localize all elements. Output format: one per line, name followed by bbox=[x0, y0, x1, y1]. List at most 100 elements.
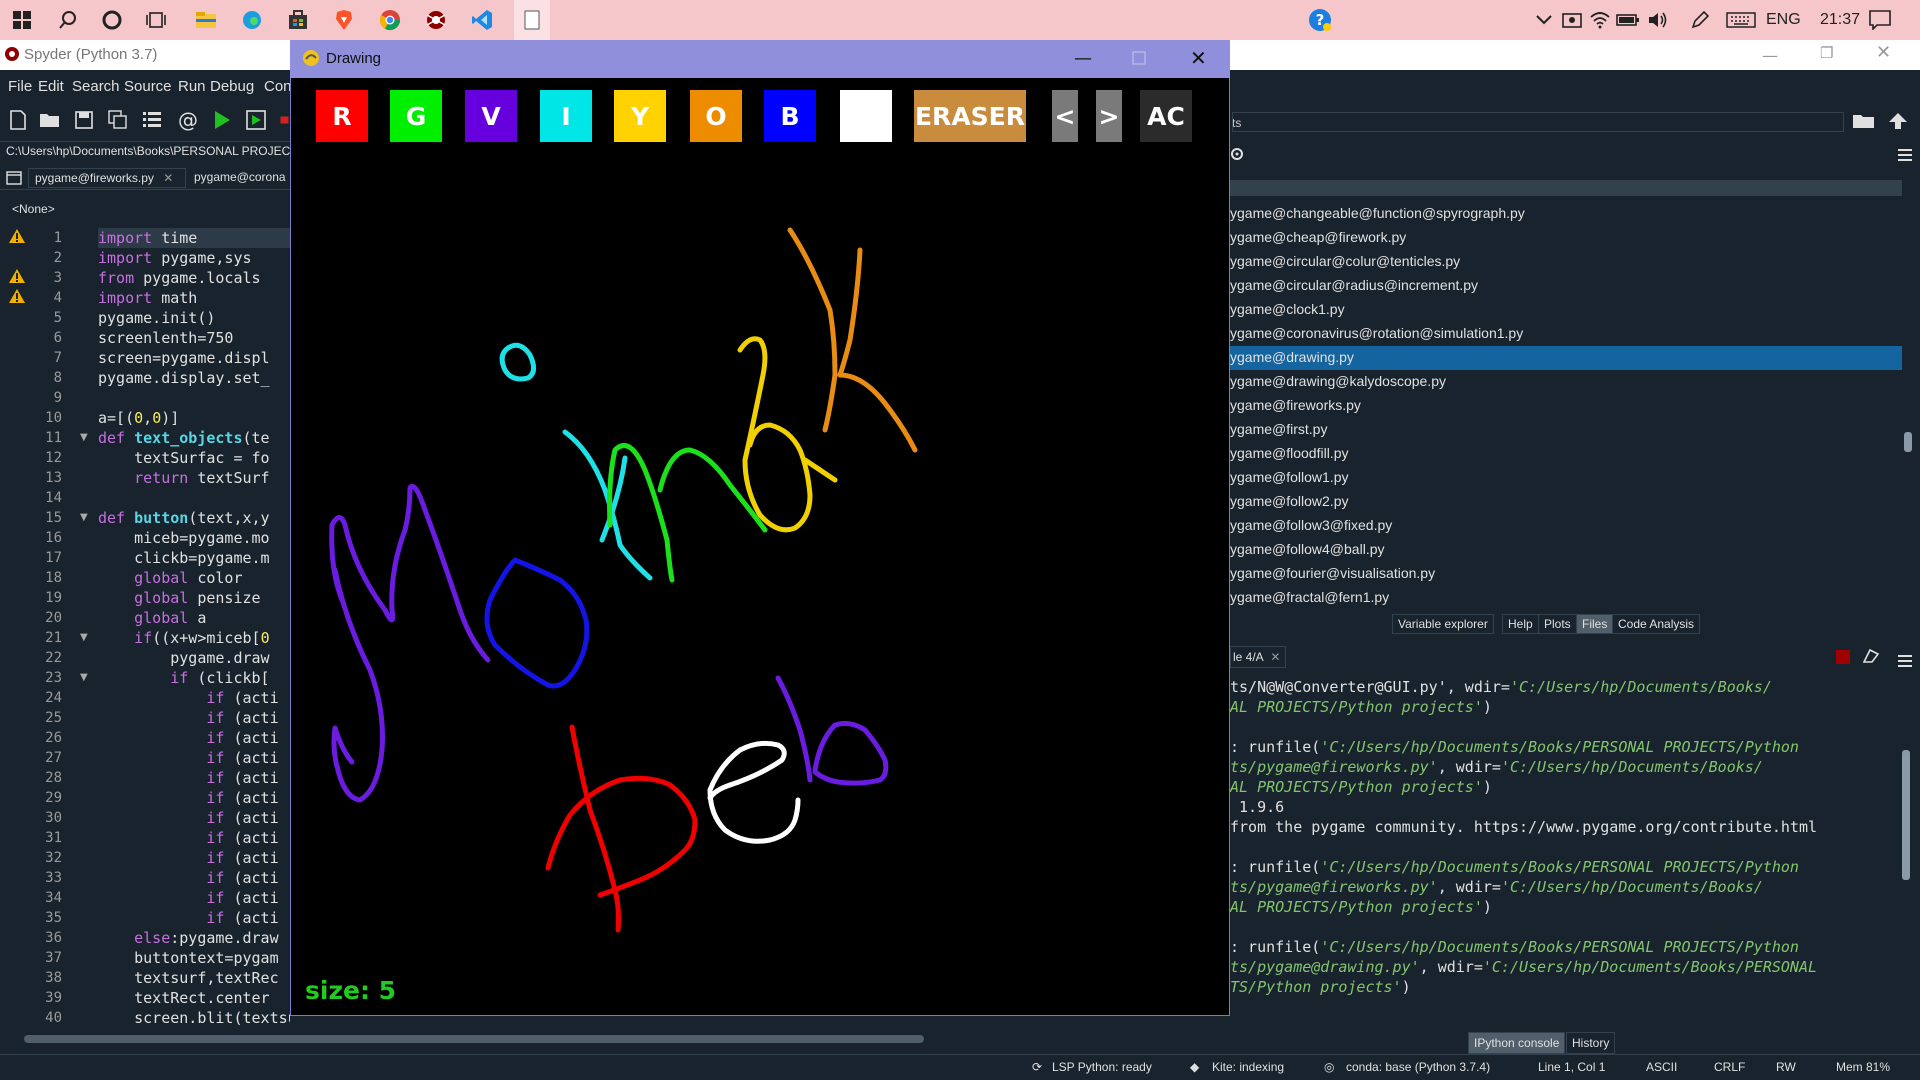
file-list-item[interactable]: ygame@coronavirus@rotation@simulation1.p… bbox=[1230, 322, 1902, 346]
color-button-red[interactable]: R bbox=[316, 90, 368, 142]
close-tab-icon[interactable]: ✕ bbox=[1270, 650, 1280, 664]
tab-files[interactable]: Files bbox=[1576, 614, 1614, 634]
notifications-icon[interactable] bbox=[1866, 6, 1894, 34]
color-button-size-down[interactable]: < bbox=[1052, 90, 1078, 142]
working-directory-path[interactable]: C:\Users\hp\Documents\Books\PERSONAL PRO… bbox=[0, 142, 290, 162]
tab-history[interactable]: History bbox=[1566, 1032, 1616, 1054]
run-cell-icon[interactable] bbox=[244, 108, 268, 132]
fold-arrow-icon[interactable]: ▼ bbox=[80, 432, 88, 443]
task-view-icon[interactable] bbox=[142, 6, 170, 34]
conda-status[interactable]: conda: base (Python 3.7.4) bbox=[1346, 1060, 1490, 1074]
parent-directory-icon[interactable] bbox=[1888, 112, 1908, 134]
keyboard-icon[interactable] bbox=[1724, 6, 1758, 34]
file-list-item[interactable]: ygame@floodfill.py bbox=[1230, 442, 1902, 466]
screen-capture-icon[interactable] bbox=[1558, 6, 1586, 34]
file-list-item[interactable]: ygame@changeable@function@spyrograph.py bbox=[1230, 202, 1902, 226]
tab-ipython-console[interactable]: IPython console bbox=[1468, 1032, 1566, 1054]
menu-search[interactable]: Search bbox=[72, 78, 120, 95]
warning-icon[interactable] bbox=[8, 228, 28, 246]
file-list-item[interactable]: ygame@circular@colur@tenticles.py bbox=[1230, 250, 1902, 274]
tab-plots[interactable]: Plots bbox=[1538, 614, 1577, 634]
spyder-close-icon[interactable]: ✕ bbox=[1876, 42, 1891, 63]
color-button-eraser[interactable]: ERASER bbox=[914, 90, 1026, 142]
spyder-minimize-icon[interactable]: — bbox=[1762, 46, 1778, 65]
fold-arrow-icon[interactable]: ▼ bbox=[80, 672, 88, 683]
tab-help[interactable]: Help bbox=[1502, 614, 1539, 634]
menu-consoles[interactable]: Con bbox=[264, 78, 292, 95]
editor-horizontal-scrollbar[interactable] bbox=[8, 1034, 1148, 1044]
browse-folder-icon[interactable] bbox=[1852, 112, 1876, 134]
pygame-maximize-icon[interactable] bbox=[1132, 50, 1146, 69]
console-scrollbar-thumb[interactable] bbox=[1902, 750, 1910, 880]
chevron-up-icon[interactable] bbox=[1530, 6, 1558, 34]
pane-menu-icon[interactable] bbox=[1898, 146, 1912, 165]
color-button-yellow[interactable]: Y bbox=[614, 90, 666, 142]
outline-icon[interactable] bbox=[140, 108, 164, 132]
spyder-taskbar-icon[interactable] bbox=[422, 6, 450, 34]
at-icon[interactable]: @ bbox=[176, 108, 200, 132]
warning-icon[interactable] bbox=[8, 268, 28, 286]
menu-edit[interactable]: Edit bbox=[38, 78, 64, 95]
scrollbar-thumb[interactable] bbox=[24, 1035, 924, 1043]
store-icon[interactable] bbox=[284, 6, 312, 34]
language-indicator[interactable]: ENG bbox=[1766, 0, 1801, 40]
debug-icon[interactable] bbox=[280, 108, 290, 132]
fold-arrow-icon[interactable]: ▼ bbox=[80, 512, 88, 523]
tab-code-analysis[interactable]: Code Analysis bbox=[1612, 614, 1701, 634]
settings-icon[interactable] bbox=[1230, 146, 1244, 165]
save-icon[interactable] bbox=[72, 108, 96, 132]
file-list-item[interactable]: ygame@first.py bbox=[1230, 418, 1902, 442]
file-list-item[interactable]: ygame@fourier@visualisation.py bbox=[1230, 562, 1902, 586]
file-list-item[interactable]: ygame@clock1.py bbox=[1230, 298, 1902, 322]
kite-status[interactable]: Kite: indexing bbox=[1212, 1060, 1284, 1074]
menu-run[interactable]: Run bbox=[178, 78, 206, 95]
close-tab-icon[interactable]: ✕ bbox=[163, 171, 173, 185]
file-explorer-icon[interactable] bbox=[192, 6, 220, 34]
file-list-item[interactable]: ygame@follow4@ball.py bbox=[1230, 538, 1902, 562]
color-button-green[interactable]: G bbox=[390, 90, 442, 142]
console-tab[interactable]: le 4/A ✕ bbox=[1230, 646, 1286, 668]
vscode-icon[interactable] bbox=[468, 6, 496, 34]
fold-arrow-icon[interactable]: ▼ bbox=[80, 632, 88, 643]
files-scrollbar-thumb[interactable] bbox=[1904, 432, 1912, 452]
editor-tab-fireworks[interactable]: pygame@fireworks.py ✕ bbox=[28, 168, 186, 188]
search-icon[interactable] bbox=[54, 6, 82, 34]
file-list-item[interactable]: ygame@drawing.py bbox=[1230, 346, 1902, 370]
files-path-box[interactable] bbox=[1232, 112, 1844, 132]
save-all-icon[interactable] bbox=[106, 108, 130, 132]
clock[interactable]: 21:37 bbox=[1820, 0, 1860, 40]
color-button-orange[interactable]: O bbox=[690, 90, 742, 142]
cortana-icon[interactable] bbox=[98, 6, 126, 34]
console-scrollbar[interactable] bbox=[1902, 680, 1910, 1020]
color-button-indigo[interactable]: I bbox=[540, 90, 592, 142]
pygame-minimize-icon[interactable]: — bbox=[1074, 48, 1092, 69]
file-list-item[interactable]: ygame@fractal@fern1.py bbox=[1230, 586, 1902, 610]
file-list-item[interactable]: ygame@fireworks.py bbox=[1230, 394, 1902, 418]
windows-start-icon[interactable] bbox=[8, 6, 36, 34]
tab-variable-explorer[interactable]: Variable explorer bbox=[1392, 614, 1494, 634]
pen-icon[interactable] bbox=[1686, 6, 1714, 34]
drawing-canvas[interactable] bbox=[290, 150, 1230, 970]
file-list-item[interactable]: ygame@follow2.py bbox=[1230, 490, 1902, 514]
clear-console-icon[interactable] bbox=[1862, 648, 1880, 668]
color-button-size-up[interactable]: > bbox=[1096, 90, 1122, 142]
spyder-restore-icon[interactable]: ❐ bbox=[1820, 44, 1833, 62]
color-button-violet[interactable]: V bbox=[465, 90, 517, 142]
stop-kernel-icon[interactable] bbox=[1836, 650, 1850, 664]
file-list-item[interactable]: ygame@follow1.py bbox=[1230, 466, 1902, 490]
pygame-window-taskbar-icon[interactable] bbox=[514, 0, 550, 40]
color-button-blue[interactable]: B bbox=[764, 90, 816, 142]
editor-tab-corona[interactable]: pygame@corona bbox=[188, 168, 290, 188]
console-menu-icon[interactable] bbox=[1898, 652, 1912, 671]
color-button-clear-all[interactable]: AC bbox=[1140, 90, 1192, 142]
menu-debug[interactable]: Debug bbox=[210, 78, 254, 95]
warning-icon[interactable] bbox=[8, 288, 28, 306]
menu-file[interactable]: File bbox=[8, 78, 32, 95]
help-icon[interactable]: ? bbox=[1306, 6, 1334, 34]
edge-icon[interactable] bbox=[238, 6, 266, 34]
new-file-icon[interactable] bbox=[6, 108, 30, 132]
chrome-icon[interactable] bbox=[376, 6, 404, 34]
lsp-status[interactable]: LSP Python: ready bbox=[1052, 1060, 1152, 1074]
file-list-item[interactable]: ygame@circular@radius@increment.py bbox=[1230, 274, 1902, 298]
volume-icon[interactable] bbox=[1644, 6, 1672, 34]
